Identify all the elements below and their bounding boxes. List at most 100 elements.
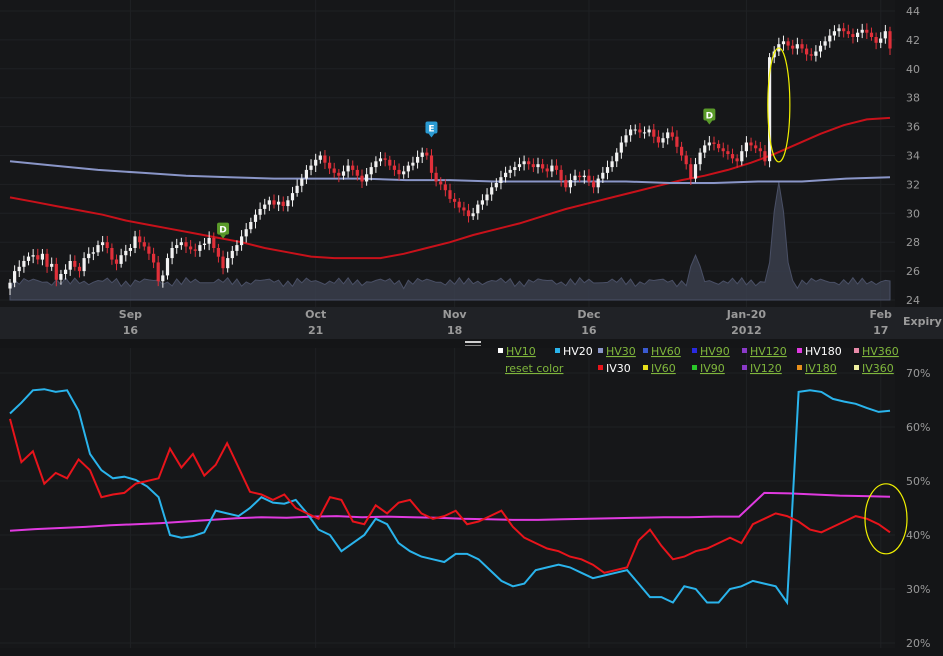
legend-item[interactable]: HV120 — [750, 345, 787, 358]
candle-body — [244, 229, 248, 237]
candle-body — [629, 129, 633, 136]
x-tick-month: Nov — [443, 308, 468, 321]
candle-body — [346, 165, 350, 172]
legend-item[interactable]: IV360 — [862, 362, 894, 375]
candle-body — [457, 201, 461, 208]
candle-body — [212, 237, 216, 248]
legend-item[interactable]: HV10 — [506, 345, 536, 358]
legend-item[interactable]: HV30 — [606, 345, 636, 358]
candle-body — [712, 142, 716, 144]
candle-body — [397, 169, 401, 175]
candle-body — [582, 175, 586, 178]
candle-body — [800, 44, 804, 49]
candle-body — [860, 29, 864, 33]
candle-body — [670, 132, 674, 137]
x-tick-day: 17 — [873, 324, 888, 337]
candle-body — [490, 187, 494, 195]
candle-body — [633, 129, 637, 131]
candle-body — [434, 172, 438, 182]
candle-body — [253, 214, 258, 222]
legend-swatch — [854, 365, 859, 370]
x-tick-day: 16 — [581, 324, 597, 337]
legend-swatch — [797, 365, 802, 370]
candle-body — [842, 28, 846, 32]
candle-body — [814, 51, 818, 56]
candle-body — [554, 165, 559, 170]
candle-body — [425, 152, 429, 156]
candle-body — [513, 167, 517, 170]
candle-body — [138, 236, 142, 243]
candle-body — [216, 248, 220, 257]
x-tick-month: Sep — [119, 308, 142, 321]
candle-body — [568, 180, 572, 188]
legend-item[interactable]: reset color — [505, 362, 564, 375]
candle-body — [805, 48, 809, 55]
candle-body — [429, 155, 434, 173]
candle-body — [258, 209, 262, 215]
legend-item[interactable]: HV20 — [563, 345, 593, 358]
candle-body — [508, 169, 512, 173]
candle-body — [536, 164, 540, 168]
candle-body — [119, 255, 123, 264]
candle-body — [531, 164, 535, 168]
legend-swatch — [598, 348, 603, 353]
legend-swatch — [742, 348, 747, 353]
x-tick-month: Dec — [577, 308, 600, 321]
vol-tick-label: 70% — [906, 367, 930, 380]
panel-resize-handle-line[interactable] — [465, 345, 481, 346]
candle-body — [638, 129, 642, 133]
legend-item[interactable]: HV180 — [805, 345, 842, 358]
candle-body — [161, 275, 165, 282]
candle-body — [295, 185, 299, 193]
candle-body — [193, 249, 197, 251]
legend-item[interactable]: IV30 — [606, 362, 631, 375]
candle-body — [64, 269, 68, 274]
candle-body — [341, 171, 346, 176]
candle-body — [578, 175, 582, 178]
legend-item[interactable]: IV60 — [651, 362, 676, 375]
x-tick-month: Feb — [870, 308, 893, 321]
legend-item[interactable]: IV180 — [805, 362, 837, 375]
candle-body — [221, 256, 225, 269]
candle-body — [499, 177, 503, 183]
candle-body — [179, 242, 183, 246]
price-tick-label: 34 — [906, 150, 920, 163]
candle-body — [601, 172, 605, 179]
candle-body — [707, 142, 711, 146]
chart-widget: D E D 24 26 28 30 32 34 36 38 40 42 44 Sep 16 Oct 21 Nov… — [0, 0, 943, 656]
candle-body — [791, 45, 795, 49]
vol-tick-label: 30% — [906, 583, 930, 596]
x-tick-month: Jan-20 — [726, 308, 767, 321]
candle-body — [170, 248, 174, 259]
legend-item[interactable]: IV120 — [750, 362, 782, 375]
legend-swatch — [742, 365, 747, 370]
candle-body — [592, 181, 596, 188]
candle-body — [559, 169, 563, 180]
legend-swatch — [598, 365, 603, 370]
legend-item[interactable]: HV60 — [651, 345, 681, 358]
candle-body — [230, 250, 234, 259]
candle-body — [59, 274, 63, 280]
price-tick-label: 26 — [906, 265, 920, 278]
legend-swatch — [692, 365, 697, 370]
candle-body — [26, 256, 31, 261]
panel-resize-handle[interactable] — [465, 341, 481, 343]
candle-body — [365, 174, 369, 182]
candle-body — [378, 158, 383, 162]
legend-item[interactable]: HV360 — [862, 345, 899, 358]
x-tick-day: 18 — [447, 324, 462, 337]
candle-body — [54, 263, 58, 280]
candle-body — [749, 142, 753, 146]
candle-body — [337, 172, 341, 176]
candle-body — [647, 129, 651, 133]
candle-body — [309, 165, 313, 170]
candle-body — [832, 31, 836, 36]
candle-body — [22, 261, 26, 267]
legend-item[interactable]: HV90 — [700, 345, 730, 358]
legend-item[interactable]: IV90 — [700, 362, 725, 375]
candle-body — [318, 155, 322, 160]
legend-swatch — [555, 348, 560, 353]
candle-body — [68, 261, 72, 270]
event-marker-label: D — [706, 111, 713, 121]
candle-body — [87, 253, 91, 259]
